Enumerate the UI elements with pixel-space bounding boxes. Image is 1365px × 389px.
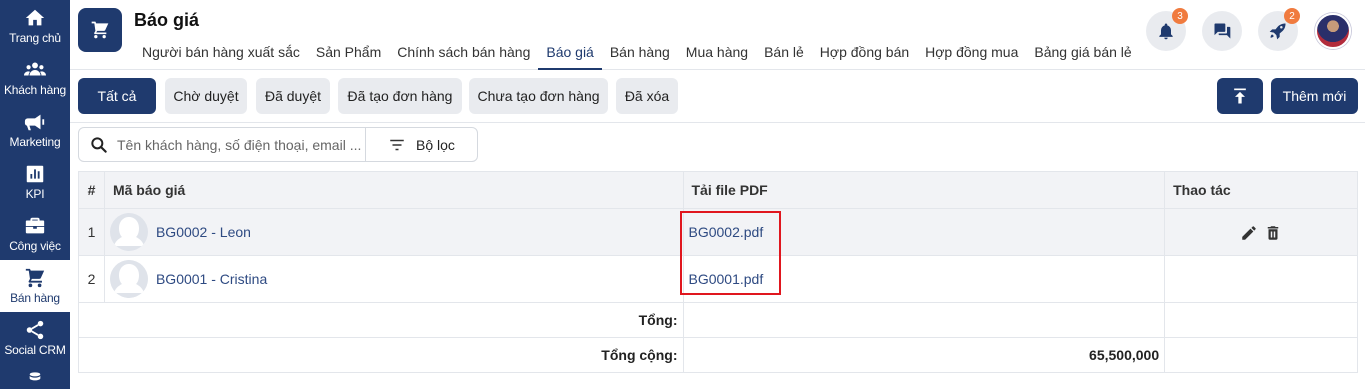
column-header-index: # [78, 171, 105, 209]
upload-icon [1234, 88, 1246, 104]
status-filter-bar: Tất cả Chờ duyệt Đã duyệt Đã tạo đơn hàn… [70, 70, 1365, 123]
database-icon [29, 372, 41, 381]
rocket-button[interactable]: 2 [1258, 8, 1300, 51]
actions-cell [1164, 208, 1358, 256]
megaphone-icon [24, 114, 45, 131]
module-icon [78, 8, 122, 52]
pdf-cell: BG0002.pdf [682, 208, 1166, 256]
app: Trang chủ Khách hàng Marketing KPI Công … [0, 0, 1365, 389]
sidebar-item-more[interactable] [0, 364, 70, 389]
cart-icon [91, 21, 109, 39]
sidebar-item-label: KPI [25, 187, 45, 201]
filter-order-created[interactable]: Đã tạo đơn hàng [338, 78, 462, 114]
sidebar-item-kpi[interactable]: KPI [0, 156, 70, 208]
filter-icon [390, 139, 404, 150]
sidebar-item-marketing[interactable]: Marketing [0, 104, 70, 156]
total-value [682, 302, 1166, 338]
sidebar-item-label: Khách hàng [3, 83, 67, 97]
search-icon [91, 137, 107, 153]
chat-button[interactable] [1202, 11, 1242, 51]
quotation-code-link[interactable]: BG0002 - Leon [156, 224, 251, 240]
cart-icon [25, 268, 45, 288]
column-header-actions: Thao tác [1164, 171, 1358, 209]
tab-quotations[interactable]: Báo giá [538, 40, 602, 70]
table-row: 2 BG0001 - Cristina BG0001.pdf [78, 255, 1358, 303]
tab-best-seller[interactable]: Người bán hàng xuất sắc [134, 40, 308, 70]
code-cell: BG0001 - Cristina [103, 255, 684, 303]
column-header-pdf: Tải file PDF [682, 171, 1166, 209]
pdf-cell: BG0001.pdf [682, 255, 1166, 303]
filter-order-not-created[interactable]: Chưa tạo đơn hàng [469, 78, 608, 114]
tab-sales-contracts[interactable]: Hợp đồng bán [812, 40, 917, 70]
tab-bar: Người bán hàng xuất sắc Sản Phẩm Chính s… [134, 40, 1140, 70]
home-icon [25, 9, 45, 26]
share-icon [26, 320, 44, 340]
tab-purchase-contracts[interactable]: Hợp đồng mua [917, 40, 1026, 70]
tab-retail[interactable]: Bán lẻ [756, 40, 812, 70]
total-empty [1164, 302, 1358, 338]
actions-cell [1164, 255, 1358, 303]
total-label: Tổng: [78, 302, 684, 338]
search-bar: Bộ lọc [78, 127, 478, 162]
search-input[interactable] [117, 134, 362, 156]
chat-icon [1214, 23, 1231, 39]
filter-button[interactable]: Bộ lọc [366, 128, 478, 161]
tab-products[interactable]: Sản Phẩm [308, 40, 389, 70]
sidebar-item-label: Social CRM [4, 343, 66, 357]
rocket-icon [1269, 23, 1286, 40]
filter-approved[interactable]: Đã duyệt [256, 78, 330, 114]
pdf-download-link[interactable]: BG0001.pdf [689, 271, 764, 287]
export-button[interactable] [1217, 78, 1263, 114]
bell-icon [1159, 23, 1173, 40]
grand-total-row: Tổng cộng: 65,500,000 [78, 337, 1358, 373]
grand-total-label: Tổng cộng: [78, 337, 684, 373]
sidebar-item-social-crm[interactable]: Social CRM [0, 312, 70, 364]
delete-icon[interactable] [1264, 224, 1282, 242]
filter-label: Bộ lọc [416, 136, 455, 153]
customers-icon [24, 62, 46, 76]
quotation-code-link[interactable]: BG0001 - Cristina [156, 271, 267, 287]
filter-deleted[interactable]: Đã xóa [616, 78, 678, 114]
notifications-button[interactable]: 3 [1146, 8, 1188, 51]
user-avatar[interactable] [1315, 13, 1351, 49]
total-row: Tổng: [78, 302, 1358, 338]
page-title: Báo giá [134, 10, 200, 30]
code-cell: BG0002 - Leon [103, 208, 684, 256]
table-row: 1 BG0002 - Leon BG0002.pdf [78, 208, 1358, 256]
rocket-badge: 2 [1284, 8, 1300, 24]
notification-badge: 3 [1172, 8, 1188, 24]
sidebar-item-label: Marketing [9, 135, 61, 149]
sidebar-item-sales[interactable]: Bán hàng [0, 260, 70, 312]
sidebar-item-label: Bán hàng [10, 291, 60, 305]
tab-purchases[interactable]: Mua hàng [678, 40, 756, 70]
sidebar-item-label: Trang chủ [9, 31, 61, 45]
header: Báo giá Người bán hàng xuất sắc Sản Phẩm… [70, 0, 1365, 70]
customer-avatar [109, 260, 148, 298]
bar-chart-icon [26, 165, 44, 183]
filter-all[interactable]: Tất cả [78, 78, 156, 114]
tab-retail-price-list[interactable]: Bảng giá bán lẻ [1026, 40, 1139, 70]
pdf-download-link[interactable]: BG0002.pdf [689, 224, 764, 240]
person-placeholder-icon [109, 213, 148, 251]
tab-sales[interactable]: Bán hàng [602, 40, 678, 70]
sidebar-item-tasks[interactable]: Công việc [0, 208, 70, 260]
tab-sales-policy[interactable]: Chính sách bán hàng [389, 40, 538, 70]
customer-avatar [109, 213, 148, 251]
sidebar-item-customers[interactable]: Khách hàng [0, 52, 70, 104]
grand-total-empty [1164, 337, 1358, 373]
add-new-button[interactable]: Thêm mới [1271, 78, 1358, 114]
quotation-table: # Mã báo giá Tải file PDF Thao tác 1 BG0… [78, 171, 1358, 373]
briefcase-icon [25, 217, 45, 234]
edit-icon[interactable] [1240, 224, 1258, 242]
grand-total-value: 65,500,000 [682, 337, 1166, 373]
column-header-code: Mã báo giá [103, 171, 684, 209]
sidebar-item-label: Công việc [9, 239, 61, 253]
person-placeholder-icon [109, 260, 148, 298]
row-index: 2 [78, 255, 105, 303]
row-index: 1 [78, 208, 105, 256]
sidebar-item-home[interactable]: Trang chủ [0, 0, 70, 52]
sidebar: Trang chủ Khách hàng Marketing KPI Công … [0, 0, 70, 389]
filter-pending[interactable]: Chờ duyệt [165, 78, 247, 114]
